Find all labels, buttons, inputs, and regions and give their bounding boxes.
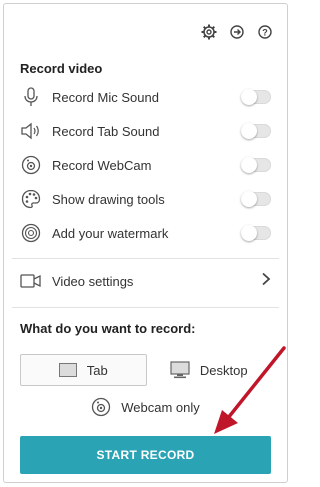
palette-icon xyxy=(20,188,42,210)
exit-icon[interactable] xyxy=(229,24,245,40)
chevron-right-icon xyxy=(261,272,271,291)
webcam-only-label: Webcam only xyxy=(121,399,200,415)
video-camera-icon xyxy=(20,270,42,292)
video-settings-label: Video settings xyxy=(52,273,134,289)
mode-tab-button[interactable]: Tab xyxy=(20,354,147,386)
watermark-icon xyxy=(20,222,42,244)
webcam-only-option[interactable]: Webcam only xyxy=(4,397,287,417)
divider xyxy=(12,307,279,308)
monitor-icon xyxy=(170,361,190,379)
record-webcam-row: Record WebCam xyxy=(20,154,271,176)
record-webcam-label: Record WebCam xyxy=(52,157,152,173)
record-mic-toggle[interactable] xyxy=(241,89,271,105)
help-icon[interactable]: ? xyxy=(257,24,273,40)
webcam-icon xyxy=(20,154,42,176)
drawing-tools-row: Show drawing tools xyxy=(20,188,271,210)
record-mic-row: Record Mic Sound xyxy=(20,86,271,108)
record-mic-label: Record Mic Sound xyxy=(52,89,159,105)
watermark-row: Add your watermark xyxy=(20,222,271,244)
record-target-title: What do you want to record: xyxy=(20,321,196,336)
speaker-icon xyxy=(20,120,42,142)
gear-icon[interactable] xyxy=(201,24,217,40)
drawing-tools-label: Show drawing tools xyxy=(52,191,165,207)
recorder-panel: ? Record video Record Mic Sound Record T… xyxy=(3,3,288,483)
watermark-toggle[interactable] xyxy=(241,225,271,241)
record-tab-sound-toggle[interactable] xyxy=(241,123,271,139)
start-record-button[interactable]: START RECORD xyxy=(20,436,271,474)
mode-tab-label: Tab xyxy=(86,362,108,378)
drawing-tools-toggle[interactable] xyxy=(241,191,271,207)
webcam-icon xyxy=(91,397,111,417)
mode-desktop-label: Desktop xyxy=(199,362,248,378)
divider xyxy=(12,258,279,259)
watermark-label: Add your watermark xyxy=(52,225,169,241)
browser-tab-icon xyxy=(58,363,77,377)
record-tab-sound-label: Record Tab Sound xyxy=(52,123,160,139)
mode-desktop-button[interactable]: Desktop xyxy=(147,354,272,386)
record-webcam-toggle[interactable] xyxy=(241,157,271,173)
record-video-title: Record video xyxy=(20,61,103,76)
record-tab-sound-row: Record Tab Sound xyxy=(20,120,271,142)
svg-text:?: ? xyxy=(262,28,268,38)
record-mode-selector: Tab Desktop xyxy=(20,354,271,386)
video-settings-row[interactable]: Video settings xyxy=(20,270,271,292)
top-toolbar: ? xyxy=(201,24,273,40)
microphone-icon xyxy=(20,86,42,108)
